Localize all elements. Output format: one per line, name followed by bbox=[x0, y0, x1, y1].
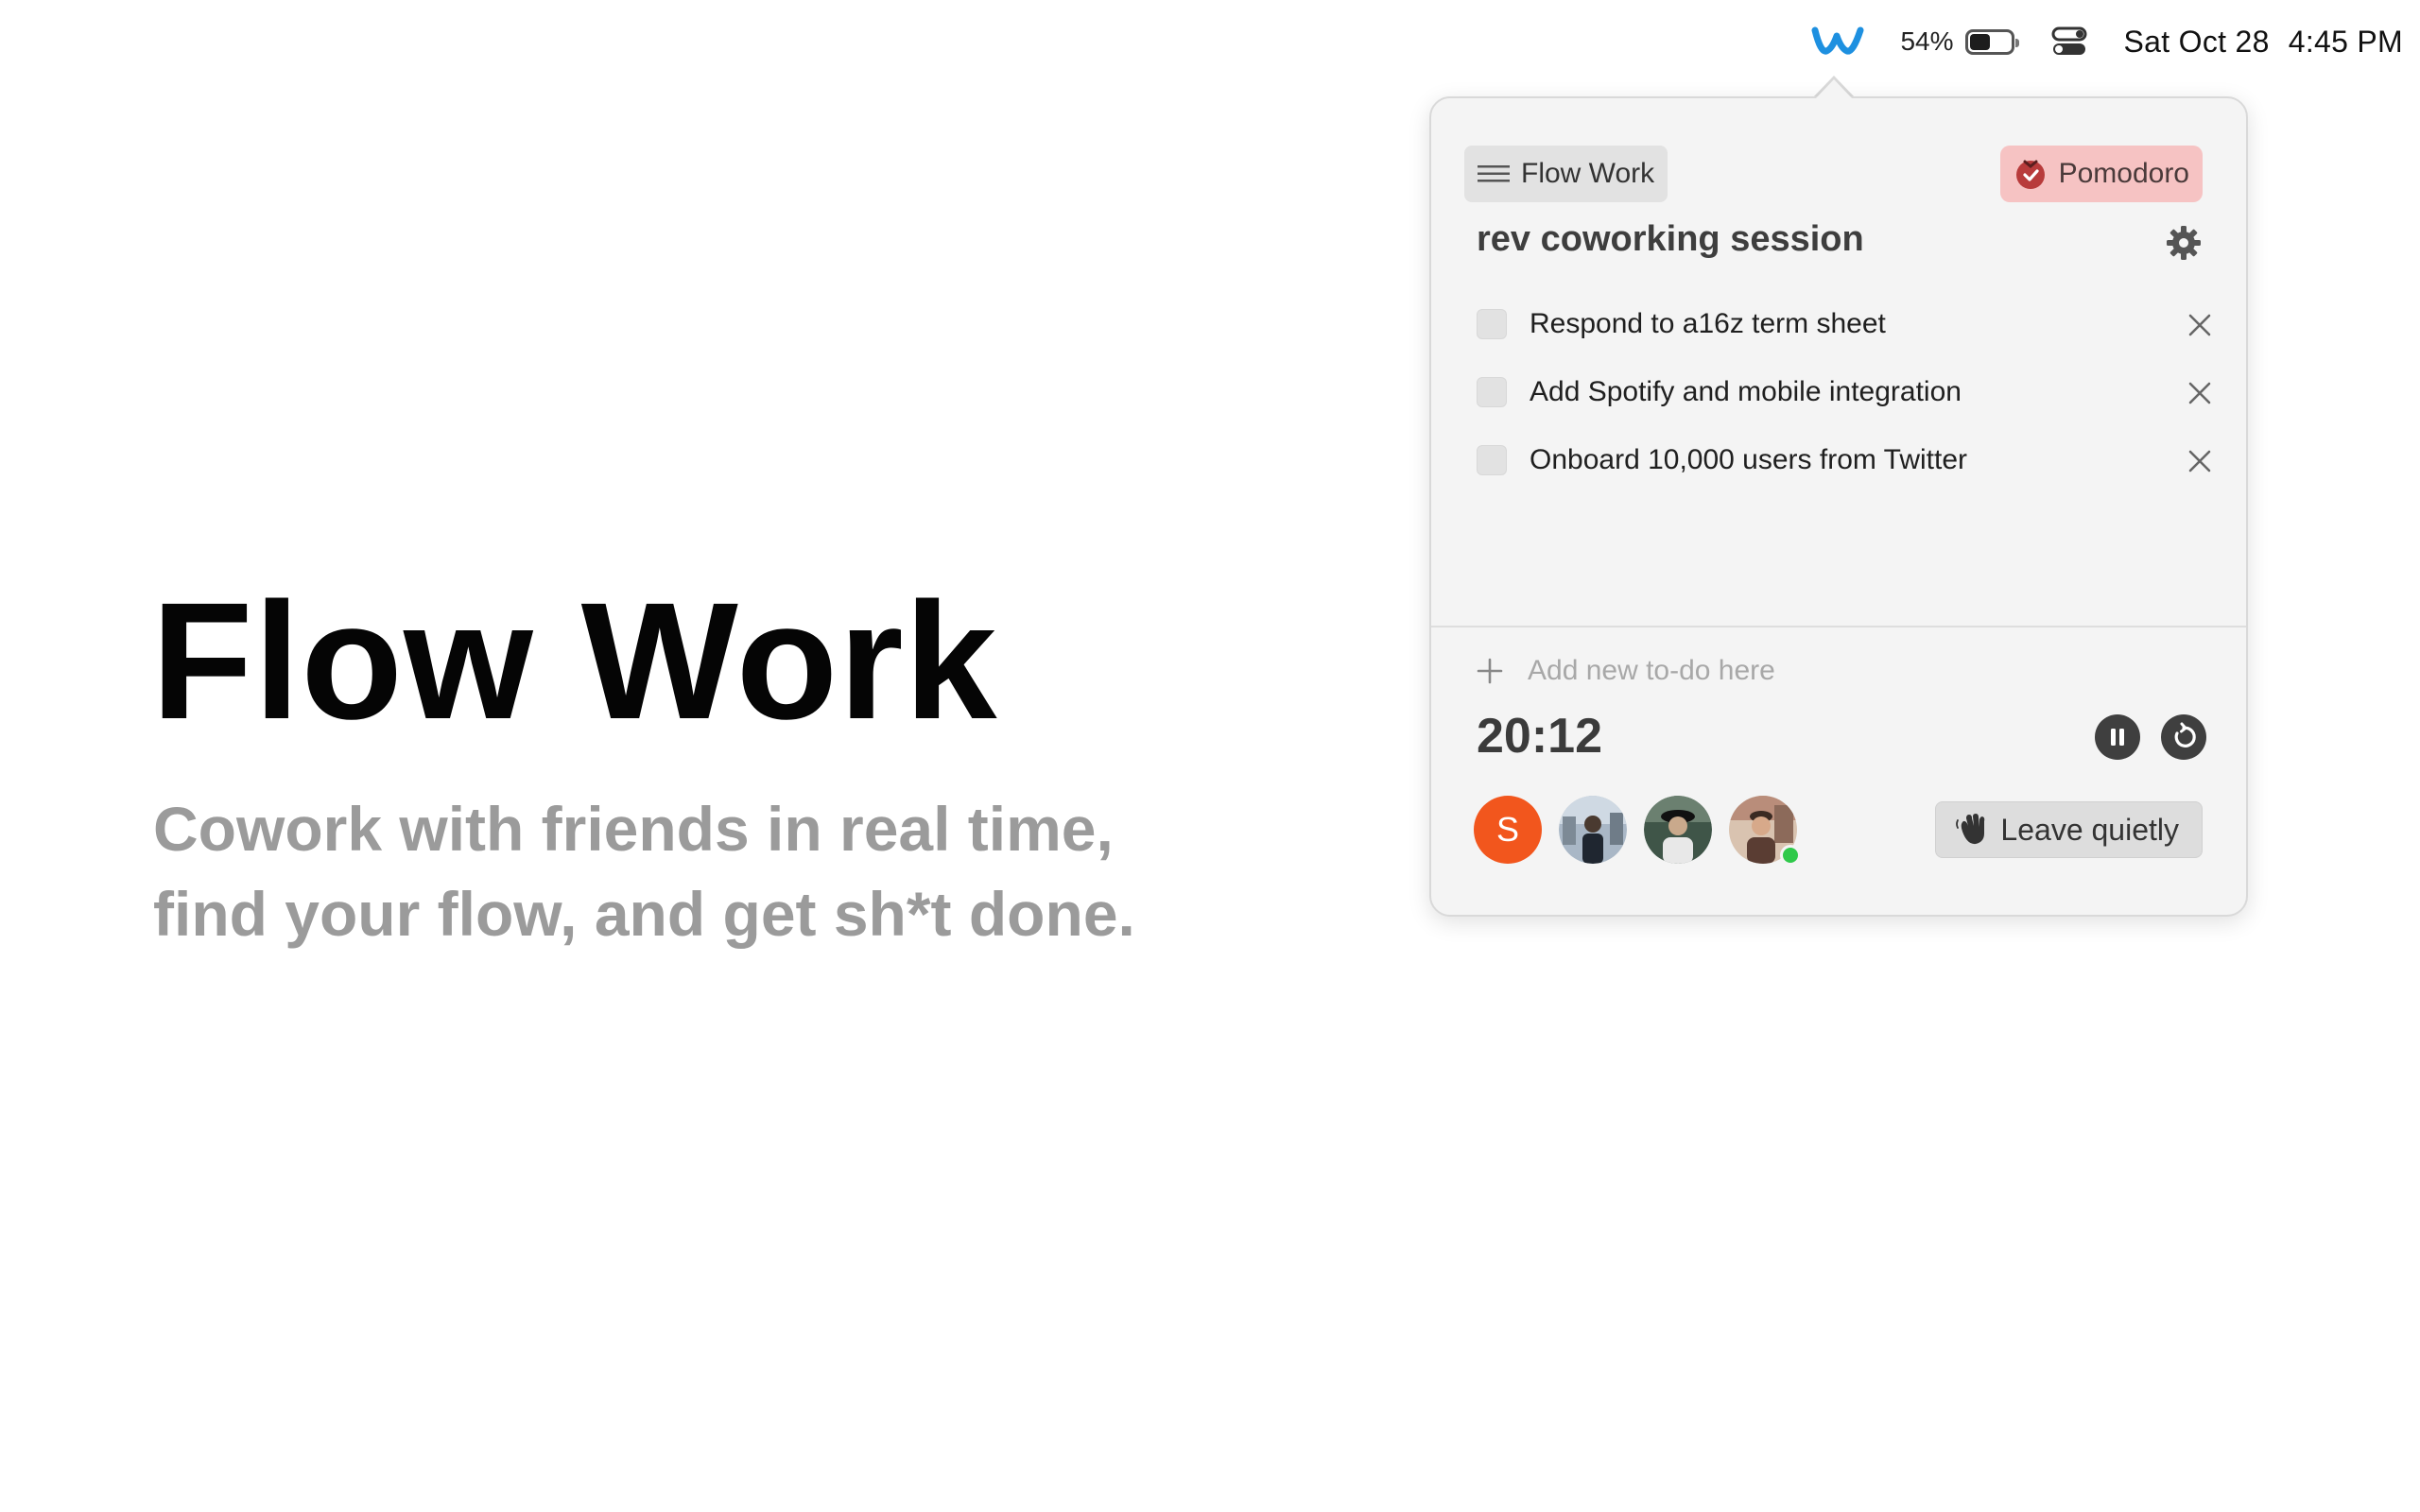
todo-item: Respond to a16z term sheet bbox=[1477, 290, 2214, 358]
todo-label[interactable]: Add Spotify and mobile integration bbox=[1530, 376, 1962, 408]
flow-app-menubar-button[interactable] bbox=[1811, 23, 1864, 60]
popover-caret-fill bbox=[1815, 79, 1853, 99]
menubar-clock[interactable]: Sat Oct 28 4:45 PM bbox=[2124, 25, 2403, 60]
control-center-button[interactable] bbox=[2050, 26, 2088, 58]
gear-icon[interactable] bbox=[2165, 224, 2203, 262]
avatar[interactable] bbox=[1729, 796, 1801, 866]
menubar-time: 4:45 PM bbox=[2288, 24, 2403, 59]
participants-list: S bbox=[1474, 796, 1814, 866]
plus-icon[interactable] bbox=[1477, 658, 1503, 684]
avatar-photo-icon bbox=[1644, 796, 1712, 864]
battery-status[interactable]: 54% bbox=[1900, 26, 2019, 57]
close-icon[interactable] bbox=[2186, 447, 2214, 475]
pause-button[interactable] bbox=[2095, 714, 2140, 760]
todo-checkbox[interactable] bbox=[1477, 377, 1507, 407]
session-title[interactable]: rev coworking session bbox=[1477, 219, 1864, 260]
avatar[interactable]: S bbox=[1474, 796, 1542, 864]
restart-icon bbox=[2174, 722, 2196, 747]
todo-checkbox[interactable] bbox=[1477, 309, 1507, 339]
divider bbox=[1431, 626, 2246, 627]
leave-quietly-label: Leave quietly bbox=[2000, 812, 2179, 847]
todo-list: Respond to a16z term sheet Add Spotify a… bbox=[1477, 290, 2214, 494]
avatar[interactable] bbox=[1559, 796, 1627, 864]
flow-work-menu-label: Flow Work bbox=[1521, 158, 1655, 189]
avatar-photo-icon bbox=[1559, 796, 1627, 864]
add-todo-input[interactable] bbox=[1528, 655, 2057, 687]
restart-button[interactable] bbox=[2161, 714, 2206, 760]
hero-subtitle-line-1: Cowork with friends in real time, bbox=[153, 794, 1114, 864]
timer-display: 20:12 bbox=[1477, 709, 1602, 764]
battery-level-fill bbox=[1969, 33, 1991, 50]
hamburger-icon bbox=[1478, 165, 1510, 182]
hero-subtitle-line-2: find your flow, and get sh*t done. bbox=[153, 879, 1135, 949]
hero-subtitle: Cowork with friends in real time, find y… bbox=[153, 786, 1288, 956]
close-icon[interactable] bbox=[2186, 311, 2214, 339]
avatar[interactable] bbox=[1644, 796, 1712, 864]
pomodoro-mode-button[interactable]: Pomodoro bbox=[1999, 146, 2203, 202]
todo-label[interactable]: Onboard 10,000 users from Twitter bbox=[1530, 444, 1967, 476]
flow-w-logo-icon bbox=[1811, 26, 1864, 55]
menubar-date: Sat Oct 28 bbox=[2123, 24, 2270, 59]
todo-item: Onboard 10,000 users from Twitter bbox=[1477, 426, 2214, 494]
battery-percentage: 54% bbox=[1900, 26, 1954, 56]
flow-work-menu-button[interactable]: Flow Work bbox=[1464, 146, 1668, 202]
todo-label[interactable]: Respond to a16z term sheet bbox=[1530, 308, 1886, 340]
waving-hand-icon bbox=[1956, 814, 1985, 845]
close-icon[interactable] bbox=[2186, 379, 2214, 407]
pause-icon bbox=[2111, 729, 2124, 746]
pomodoro-mode-label: Pomodoro bbox=[2058, 158, 2189, 189]
hero-title: Flow Work bbox=[151, 569, 998, 754]
todo-item: Add Spotify and mobile integration bbox=[1477, 358, 2214, 426]
avatar-initial: S bbox=[1495, 810, 1519, 849]
control-center-icon bbox=[2051, 26, 2087, 55]
menu-bar: 54% Sat Oct 28 4:45 PM bbox=[0, 0, 2420, 83]
online-status-indicator bbox=[1780, 845, 1801, 866]
leave-quietly-button[interactable]: Leave quietly bbox=[1935, 801, 2203, 858]
battery-icon bbox=[1964, 28, 2019, 55]
add-todo-row bbox=[1477, 648, 2057, 694]
flow-popover-panel: Flow Work Pomodoro rev coworking session… bbox=[1429, 96, 2248, 917]
todo-checkbox[interactable] bbox=[1477, 445, 1507, 475]
pomodoro-timer-icon bbox=[2015, 160, 2045, 189]
